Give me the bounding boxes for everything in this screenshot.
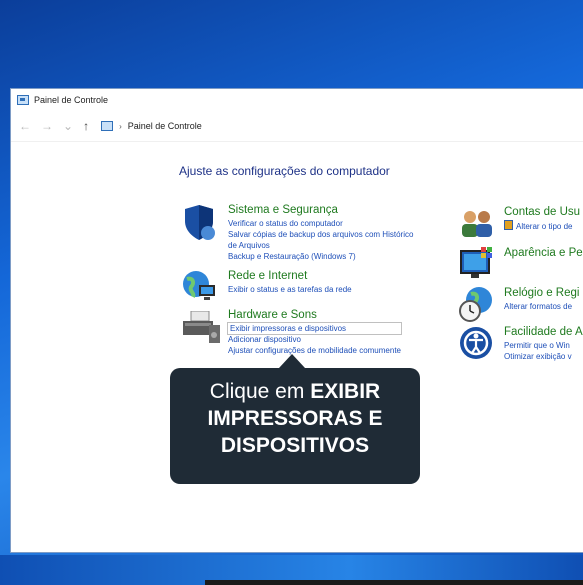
back-arrow-icon[interactable]: ← (19, 119, 31, 133)
printer-icon (183, 311, 220, 343)
shield-small-icon (504, 220, 513, 230)
up-arrow-icon[interactable]: ↑ (83, 119, 89, 133)
link-backup-history-cont[interactable]: de Arquivos (228, 240, 413, 251)
link-optimize-display[interactable]: Otimizar exibição v (504, 351, 583, 362)
tooltip-line-1-bold: EXIBIR (310, 380, 381, 403)
address-bar: ← → ⌄ ↑ › Painel de Controle (11, 111, 583, 142)
category-title[interactable]: Hardware e Sons (228, 309, 401, 321)
category-title[interactable]: Contas de Usu (504, 206, 580, 218)
link-backup-history[interactable]: Salvar cópias de backup dos arquivos com… (228, 229, 413, 240)
title-bar: Painel de Controle (11, 89, 583, 111)
link-backup-restore[interactable]: Backup e Restauração (Windows 7) (228, 251, 413, 262)
link-view-devices-printers[interactable]: Exibir impressoras e dispositivos (227, 322, 402, 335)
tooltip-line-1: Clique em EXIBIR (170, 378, 420, 405)
control-panel-address-icon (101, 121, 114, 131)
category-title[interactable]: Aparência e Pe (504, 247, 583, 259)
category-appearance: Aparência e Pe (504, 247, 583, 261)
category-title[interactable]: Sistema e Segurança (228, 204, 413, 216)
page-title: Ajuste as configurações do computador (179, 164, 390, 178)
forward-arrow-icon[interactable]: → (41, 119, 53, 133)
main-content: Ajuste as configurações do computador Si… (11, 142, 583, 552)
clock-globe-icon (459, 287, 492, 322)
link-change-formats[interactable]: Alterar formatos de (504, 301, 579, 312)
chevron-right-icon: › (119, 121, 122, 131)
link-change-account-type[interactable]: Alterar o tipo de (504, 220, 580, 232)
tooltip-line-2: IMPRESSORAS E (207, 407, 383, 430)
category-title[interactable]: Rede e Internet (228, 270, 352, 282)
instruction-tooltip: Clique em EXIBIR IMPRESSORAS E DISPOSITI… (170, 368, 420, 484)
link-network-status[interactable]: Exibir o status e as tarefas da rede (228, 284, 352, 295)
tooltip-line-3: DISPOSITIVOS (220, 434, 370, 457)
link-let-windows-suggest[interactable]: Permitir que o Win (504, 340, 583, 351)
breadcrumb[interactable]: Painel de Controle (128, 121, 202, 131)
category-user-accounts: Contas de Usu Alterar o tipo de (504, 206, 580, 232)
category-title[interactable]: Relógio e Regi (504, 287, 579, 299)
network-globe-icon (183, 271, 215, 300)
category-title[interactable]: Facilidade de A (504, 326, 583, 338)
link-check-status[interactable]: Verificar o status do computador (228, 218, 413, 229)
tooltip-line-1-prefix: Clique em (209, 380, 311, 403)
control-panel-icon (17, 95, 29, 105)
recent-locations-icon[interactable]: ⌄ (63, 119, 73, 133)
category-system-security: Sistema e Segurança Verificar o status d… (228, 204, 413, 262)
link-label: Alterar o tipo de (516, 222, 573, 231)
ease-of-access-icon (460, 327, 492, 359)
link-add-device[interactable]: Adicionar dispositivo (228, 334, 401, 345)
shield-icon (185, 205, 215, 240)
category-clock-region: Relógio e Regi Alterar formatos de (504, 287, 579, 312)
category-network-internet: Rede e Internet Exibir o status e as tar… (228, 270, 352, 295)
tooltip-pointer (279, 354, 305, 368)
category-hardware-sound: Hardware e Sons Exibir impressoras e dis… (227, 309, 402, 356)
appearance-icon (460, 247, 492, 278)
user-accounts-icon (462, 211, 492, 237)
category-ease-of-access: Facilidade de A Permitir que o Win Otimi… (504, 326, 583, 362)
link-mobility-settings[interactable]: Ajustar configurações de mobilidade comu… (228, 345, 401, 356)
window-title: Painel de Controle (34, 95, 109, 105)
taskbar (205, 580, 583, 585)
